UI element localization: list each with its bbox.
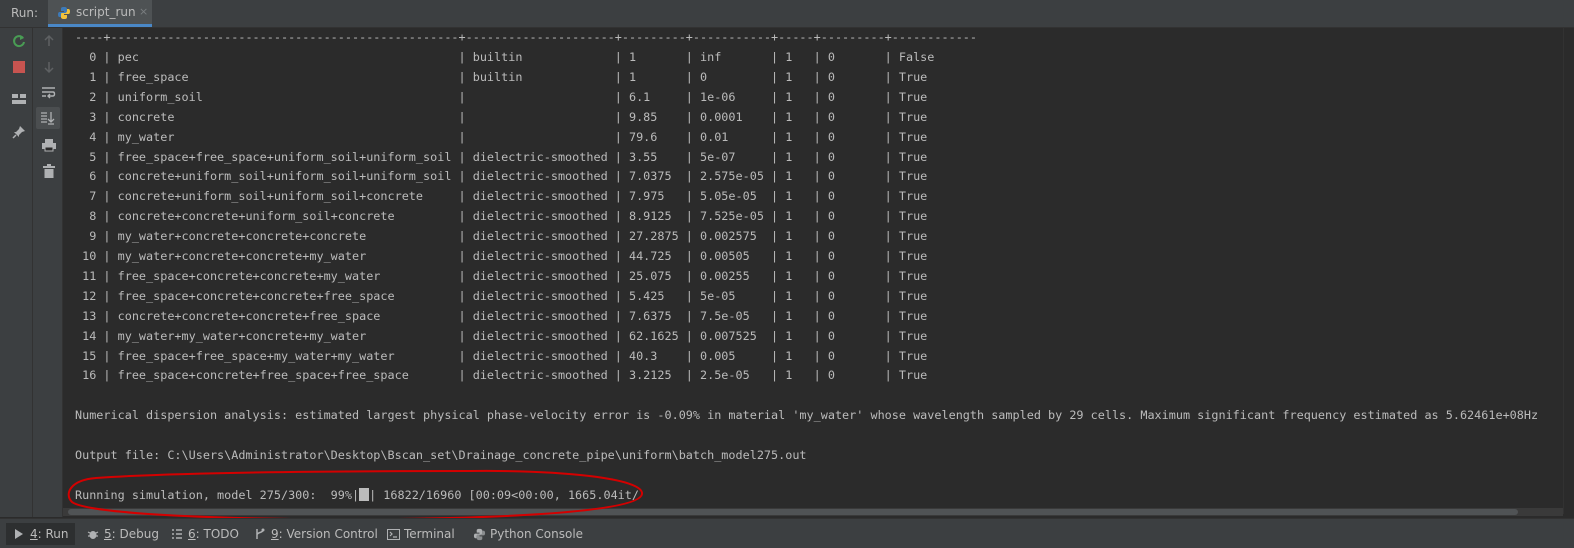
tab-version-control[interactable]: 9: Version Control [253, 525, 378, 543]
python-console-icon [472, 527, 486, 541]
table-row: 2 | uniform_soil | | 6.1 | 1e-06 | 1 | 0… [75, 89, 928, 104]
table-row: 16 | free_space+concrete+free_space+free… [75, 368, 928, 383]
trash-icon[interactable] [38, 160, 60, 182]
bug-icon [86, 527, 100, 541]
tab-debug-label: : Debug [111, 527, 159, 541]
tab-vcs-num: 9 [271, 527, 279, 541]
table-row: 13 | concrete+concrete+concrete+free_spa… [75, 308, 928, 323]
tab-run[interactable]: 4: Run [6, 523, 75, 545]
tab-todo-num: 6 [188, 527, 196, 541]
table-row: 10 | my_water+concrete+concrete+my_water… [75, 249, 928, 263]
progress-prefix: Running simulation, model 275/300: 99%| [75, 488, 360, 502]
stop-icon[interactable] [8, 56, 30, 78]
progress-suffix: | 16822/16960 [00:09<00:00, 1665.04it/ [369, 488, 639, 502]
close-icon[interactable]: × [139, 5, 148, 18]
tab-debug-num: 5 [104, 527, 112, 541]
terminal-icon [386, 527, 400, 541]
run-icon [12, 527, 26, 541]
layout-icon[interactable] [8, 88, 30, 110]
rerun-icon[interactable] [8, 30, 30, 52]
console-output[interactable]: ----+-----------------------------------… [63, 28, 1563, 514]
tool-window-bar: 4: Run 5: Debug 6: TODO 9: Version Contr… [0, 518, 1574, 548]
table-row: 5 | free_space+free_space+uniform_soil+u… [75, 149, 928, 164]
table-row: 6 | concrete+uniform_soil+uniform_soil+u… [75, 169, 928, 184]
tab-script-run[interactable]: script_run × [48, 0, 152, 27]
tab-label: script_run [76, 5, 136, 19]
tab-vcs-label: : Version Control [278, 527, 378, 541]
pin-icon[interactable] [8, 121, 30, 143]
vertical-scrollbar[interactable] [1563, 28, 1574, 514]
run-toolwindow-header: Run: script_run × [0, 0, 1574, 28]
python-icon [57, 6, 71, 20]
table-separator: ----+-----------------------------------… [75, 30, 977, 44]
toolbar-divider [32, 28, 33, 517]
tab-todo-label: : TODO [195, 527, 239, 541]
print-icon[interactable] [38, 134, 60, 156]
output-file-line: Output file: C:\Users\Administrator\Desk… [75, 448, 807, 462]
table-row: 11 | free_space+concrete+concrete+my_wat… [75, 268, 928, 283]
tab-python-console[interactable]: Python Console [472, 525, 583, 543]
dispersion-message: Numerical dispersion analysis: estimated… [75, 408, 1539, 422]
table-row: 3 | concrete | | 9.85 | 0.0001 | 1 | 0 |… [75, 109, 928, 124]
table-row: 4 | my_water | | 79.6 | 0.01 | 1 | 0 | T… [75, 129, 928, 144]
tab-terminal[interactable]: Terminal [386, 525, 455, 543]
progress-line: Running simulation, model 275/300: 99%| |… [75, 485, 639, 505]
tab-terminal-label: Terminal [404, 527, 455, 541]
branch-icon [253, 527, 267, 541]
scroll-to-end-icon[interactable] [36, 107, 60, 129]
down-arrow-icon[interactable] [38, 56, 60, 78]
scrollbar-thumb[interactable] [68, 509, 1518, 515]
soft-wrap-icon[interactable] [38, 82, 60, 104]
horizontal-scrollbar[interactable] [63, 508, 1563, 516]
tab-todo[interactable]: 6: TODO [170, 525, 239, 543]
tab-run-label: : Run [37, 527, 69, 541]
tab-debug[interactable]: 5: Debug [86, 525, 159, 543]
table-row: 1 | free_space | builtin | 1 | 0 | 1 | 0… [75, 69, 928, 84]
up-arrow-icon[interactable] [38, 30, 60, 52]
tab-python-console-label: Python Console [490, 527, 584, 541]
progress-bar-block [359, 488, 370, 501]
run-label: Run: [11, 6, 39, 20]
tab-run-num: 4 [30, 527, 38, 541]
table-row: 15 | free_space+free_space+my_water+my_w… [75, 348, 928, 363]
table-row: 9 | my_water+concrete+concrete+concrete … [75, 229, 928, 244]
table-row: 7 | concrete+uniform_soil+uniform_soil+c… [75, 189, 928, 204]
table-row: 8 | concrete+concrete+uniform_soil+concr… [75, 209, 928, 224]
table-row: 14 | my_water+my_water+concrete+my_water… [75, 328, 928, 343]
table-row: 12 | free_space+concrete+concrete+free_s… [75, 288, 928, 303]
list-icon [170, 527, 184, 541]
table-row: 0 | pec | builtin | 1 | inf | 1 | 0 | Fa… [75, 50, 935, 64]
